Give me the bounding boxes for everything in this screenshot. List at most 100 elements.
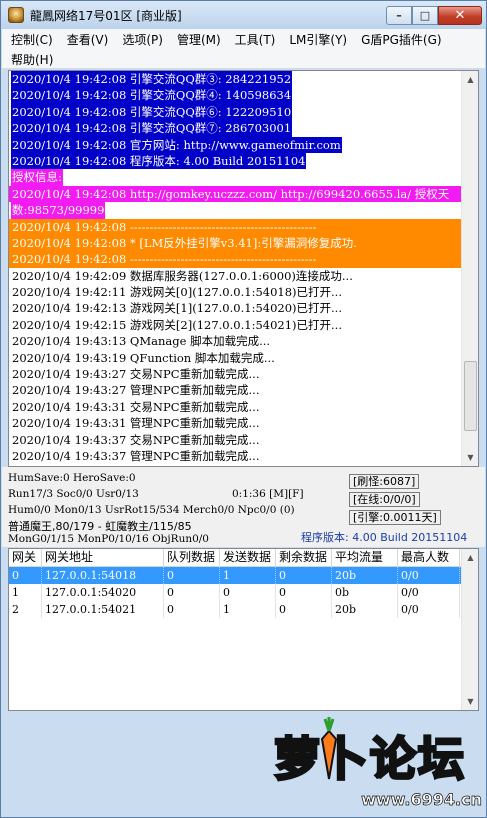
log-line: 2020/10/4 19:42:09 数据库服务器(127.0.0.1:6000… <box>9 268 462 284</box>
log-line: 2020/10/4 19:43:27 交易NPC重新加载完成... <box>9 366 462 382</box>
col-max-users[interactable]: 最高人数 <box>398 549 460 566</box>
watermark-text: 萝卜论坛 <box>273 731 466 788</box>
version-text: 程序版本: 4.00 Build 20151104 <box>301 531 468 544</box>
table-cell: 127.0.0.1:54020 <box>42 584 164 601</box>
mon-text: MonG0/1/15 MonP0/10/16 ObjRun0/0 <box>8 533 209 545</box>
table-cell: 0 <box>276 567 332 584</box>
table-cell: 127.0.0.1:54021 <box>42 601 164 618</box>
log-line-text: 2020/10/4 19:42:08 http://gomkey.uczzz.c… <box>12 186 450 201</box>
online-box: [在线:0/0/0] <box>349 492 420 507</box>
log-line-text: 授权信息: <box>11 169 63 186</box>
table-cell: 20b <box>332 601 398 618</box>
menu-view[interactable]: 查看(V) <box>60 31 116 48</box>
log-line-text: 2020/10/4 19:42:09 数据库服务器(127.0.0.1:6000… <box>12 268 353 283</box>
table-cell: 0 <box>276 601 332 618</box>
log-line: 2020/10/4 19:42:08 引擎交流QQ群⑥: 122209510 <box>9 103 462 121</box>
gateway-table[interactable]: 网关 网关地址 队列数据 发送数据 剩余数据 平均流量 最高人数 0 127.0.… <box>8 548 479 711</box>
table-row[interactable]: 0 127.0.0.1:54018 0 1 0 20b 0/0 <box>9 567 478 584</box>
app-icon <box>8 7 24 23</box>
log-line: 2020/10/4 19:42:15 游戏网关[2](127.0.0.1:540… <box>9 317 462 333</box>
table-cell: 2 <box>9 601 42 618</box>
log-line: 2020/10/4 19:42:13 游戏网关[1](127.0.0.1:540… <box>9 300 462 316</box>
menu-lm-engine[interactable]: LM引擎(Y) <box>282 31 354 48</box>
close-button[interactable]: ✕ <box>438 5 482 25</box>
log-line-text: 2020/10/4 19:42:15 游戏网关[2](127.0.0.1:540… <box>12 317 342 332</box>
table-cell: 0 <box>164 567 220 584</box>
col-sent[interactable]: 发送数据 <box>220 549 276 566</box>
table-scrollbar[interactable]: ▲ ▼ <box>461 549 478 710</box>
log-line: 2020/10/4 19:43:37 交易NPC重新加载完成... <box>9 432 462 448</box>
log-line-text: 2020/10/4 19:43:13 QManage 脚本加载完成... <box>12 334 271 349</box>
log-line-text: 2020/10/4 19:43:19 QFunction 脚本加载完成... <box>12 350 275 365</box>
table-header: 网关 网关地址 队列数据 发送数据 剩余数据 平均流量 最高人数 <box>9 549 478 567</box>
log-line: 2020/10/4 19:42:08 官方网站: http://www.game… <box>9 136 462 153</box>
log-line: 2020/10/4 19:42:08 http://gomkey.uczzz.c… <box>9 185 462 203</box>
table-body: 0 127.0.0.1:54018 0 1 0 20b 0/0 1 127.0.0.1:5402… <box>9 567 478 618</box>
scroll-thumb[interactable] <box>464 361 477 431</box>
title-bar[interactable]: 龍鳳网络17号01区 [商业版] – □ ✕ <box>1 1 486 29</box>
log-line: 2020/10/4 19:42:11 游戏网关[0](127.0.0.1:540… <box>9 284 462 300</box>
engine-box: [引擎:0.0011天] <box>349 510 441 525</box>
boss-text: 普通魔王,80/179 - 虹魔教主/115/85 <box>8 520 192 533</box>
log-panel[interactable]: 2020/10/4 19:42:08 引擎交流QQ群③: 284221952 20… <box>8 70 479 467</box>
menu-bar: 控制(C) 查看(V) 选项(P) 管理(M) 工具(T) LM引擎(Y) G盾… <box>2 29 485 69</box>
refresh-monster-box: [刷怪:6087] <box>349 474 420 489</box>
col-avg-traffic[interactable]: 平均流量 <box>332 549 398 566</box>
col-address[interactable]: 网关地址 <box>42 549 164 566</box>
minimize-button[interactable]: – <box>386 5 412 25</box>
log-line-text: 2020/10/4 19:42:08 * [LM反外挂引擎v3.41]:引擎漏洞… <box>12 235 357 250</box>
table-cell: 0 <box>9 567 42 584</box>
log-line: 2020/10/4 19:42:08 引擎交流QQ群③: 284221952 <box>9 71 462 88</box>
log-line-text: 2020/10/4 19:43:37 管理NPC重新加载完成... <box>12 448 260 463</box>
scroll-down-icon[interactable]: ▼ <box>462 693 478 710</box>
hum-text: Hum0/0 Mon0/13 UsrRot15/534 Merch0/0 Npc… <box>8 504 295 516</box>
table-cell: 0/0 <box>398 601 460 618</box>
log-scrollbar[interactable]: ▲ ▼ <box>461 71 478 466</box>
table-cell: 1 <box>220 601 276 618</box>
scroll-up-icon[interactable]: ▲ <box>462 71 478 88</box>
log-line-text: 2020/10/4 19:43:31 交易NPC重新加载完成... <box>12 399 260 414</box>
run-text: Run17/3 Soc0/0 Usr0/13 <box>8 488 139 500</box>
table-cell: 0b <box>332 584 398 601</box>
log-line-text: 2020/10/4 19:43:27 管理NPC重新加载完成... <box>12 383 260 398</box>
log-line: 授权信息: <box>9 169 462 186</box>
log-line-text: 2020/10/4 19:42:08 引擎交流QQ群⑥: 122209510 <box>11 103 293 121</box>
log-line: 数:98573/99999 <box>9 202 462 219</box>
col-gateway[interactable]: 网关 <box>9 549 42 566</box>
table-cell: 0/0 <box>398 567 460 584</box>
log-line-text: 2020/10/4 19:42:11 游戏网关[0](127.0.0.1:540… <box>12 285 342 300</box>
col-queue[interactable]: 队列数据 <box>164 549 220 566</box>
log-line-text: 2020/10/4 19:42:08 程序版本: 4.00 Build 2015… <box>11 152 307 170</box>
menu-tools[interactable]: 工具(T) <box>228 31 283 48</box>
log-line-text: 2020/10/4 19:42:08 引擎交流QQ群⑦: 286703001 <box>11 120 293 137</box>
maximize-button[interactable]: □ <box>412 5 438 25</box>
table-cell: 20b <box>332 567 398 584</box>
log-line: 2020/10/4 19:42:08 ---------------------… <box>9 218 462 235</box>
table-row[interactable]: 1 127.0.0.1:54020 0 0 0 0b 0/0 <box>9 584 478 601</box>
scroll-down-icon[interactable]: ▼ <box>462 449 478 466</box>
log-line: 2020/10/4 19:43:37 管理NPC重新加载完成... <box>9 448 462 464</box>
log-line: 2020/10/4 19:43:13 QManage 脚本加载完成... <box>9 333 462 349</box>
log-line: 2020/10/4 19:42:08 * [LM反外挂引擎v3.41]:引擎漏洞… <box>9 234 462 252</box>
watermark-url: www.6994.cn <box>361 790 483 810</box>
menu-gdun-plugin[interactable]: G盾PG插件(G) <box>354 31 449 48</box>
carrot-icon <box>320 717 338 780</box>
col-remaining[interactable]: 剩余数据 <box>276 549 332 566</box>
table-cell: 1 <box>220 567 276 584</box>
table-row[interactable]: 2 127.0.0.1:54021 0 1 0 20b 0/0 <box>9 601 478 618</box>
humsave-text: HumSave:0 HeroSave:0 <box>8 472 136 484</box>
log-line: 2020/10/4 19:42:08 程序版本: 4.00 Build 2015… <box>9 152 462 170</box>
menu-help[interactable]: 帮助(H) <box>4 51 60 68</box>
table-cell: 0 <box>220 584 276 601</box>
menu-control[interactable]: 控制(C) <box>4 31 60 48</box>
menu-manage[interactable]: 管理(M) <box>170 31 228 48</box>
log-line-text: 2020/10/4 19:42:08 ---------------------… <box>12 252 317 267</box>
menu-options[interactable]: 选项(P) <box>115 31 170 48</box>
table-cell: 0 <box>276 584 332 601</box>
scroll-up-icon[interactable]: ▲ <box>462 549 478 566</box>
main-window: 龍鳳网络17号01区 [商业版] – □ ✕ 控制(C) 查看(V) 选项(P)… <box>0 0 487 818</box>
log-line: 2020/10/4 19:42:08 引擎交流QQ群④: 140598634 <box>9 87 462 104</box>
status-panel: HumSave:0 HeroSave:0 Run17/3 Soc0/0 Usr0… <box>2 467 485 547</box>
log-line-text: 2020/10/4 19:42:08 引擎交流QQ群③: 284221952 <box>11 71 293 88</box>
log-line: 2020/10/4 19:43:27 管理NPC重新加载完成... <box>9 382 462 398</box>
